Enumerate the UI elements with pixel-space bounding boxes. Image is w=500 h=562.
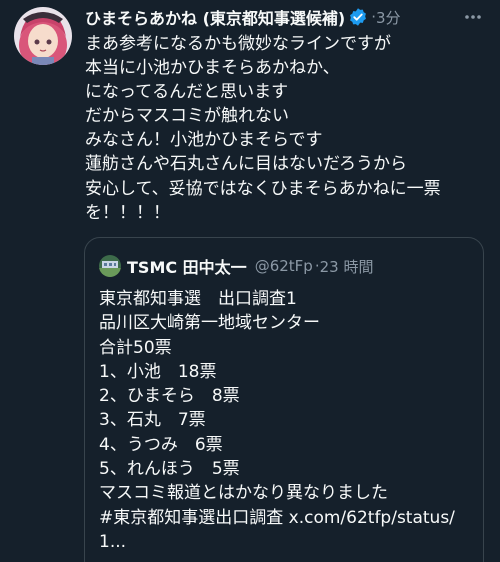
author-avatar[interactable]: [14, 7, 72, 65]
quoted-text-line: 合計50票: [99, 337, 172, 358]
more-options-button[interactable]: [460, 4, 486, 30]
quoted-author-name: TSMC 田中太一: [127, 258, 247, 277]
quoted-text-line: 1、小池 18票: [99, 361, 217, 382]
quoted-tweet-header: TSMC 田中太一 @62tFp · 23 時間: [99, 254, 373, 278]
tweet-text-line: 本当に小池かひまそらあかねか、: [85, 58, 340, 79]
tweet-text-line: 蓮舫さんや石丸さんに目はないだろうから: [85, 154, 407, 175]
tweet-text-line: みなさん！小池かひまそらです: [85, 130, 323, 151]
tweet-text-line: まあ参考になるかも微妙なラインですが: [85, 34, 391, 54]
quoted-author-handle: @62tFp: [254, 257, 313, 275]
quoted-text-line: 品川区大崎第一地域センター: [99, 313, 320, 334]
tweet-text: まあ参考になるかも微妙なラインですが 本当に小池かひまそらあかねか、 になってる…: [85, 32, 490, 225]
tweet-time[interactable]: 3分: [376, 7, 401, 28]
verified-badge-icon: [348, 7, 368, 27]
quoted-text-line: 4、うつみ 6票: [99, 434, 223, 455]
quoted-text-line: 1...: [99, 531, 127, 552]
quoted-text-line: #東京都知事選出口調査 x.com/62tfp/status/: [99, 507, 455, 528]
author-name[interactable]: ひまそらあかね (東京都知事選候補): [85, 5, 345, 29]
more-options-icon: [465, 15, 481, 19]
quoted-tweet[interactable]: TSMC 田中太一 @62tFp · 23 時間 東京都知事選 出口調査1 品川…: [84, 237, 484, 562]
tweet-text-line: になってるんだと思います: [85, 82, 289, 103]
tweet-text-line: を！！！！: [85, 202, 170, 223]
quoted-text-line: 3、石丸 7票: [99, 410, 206, 431]
quoted-text-line: 5、れんほう 5票: [99, 459, 240, 480]
quoted-author-avatar: [99, 255, 121, 277]
quoted-tweet-text: 東京都知事選 出口調査1 品川区大崎第一地域センター 合計50票 1、小池 18…: [99, 287, 479, 554]
tweet: ひまそらあかね (東京都知事選候補) · 3分 まあ参考になるかも微妙なラインで…: [0, 0, 500, 562]
quoted-text-line: 東京都知事選 出口調査1: [99, 289, 297, 309]
tweet-header: ひまそらあかね (東京都知事選候補) · 3分: [85, 4, 401, 30]
quoted-text-line: マスコミ報道とはかなり異なりました: [99, 483, 388, 504]
tweet-text-line: だからマスコミが触れない: [85, 106, 289, 127]
tweet-text-line: 安心して、妥協ではなくひまそらあかねに一票: [85, 178, 441, 199]
quoted-text-line: 2、ひまそら 8票: [99, 386, 240, 407]
quoted-tweet-time: 23 時間: [319, 257, 374, 276]
